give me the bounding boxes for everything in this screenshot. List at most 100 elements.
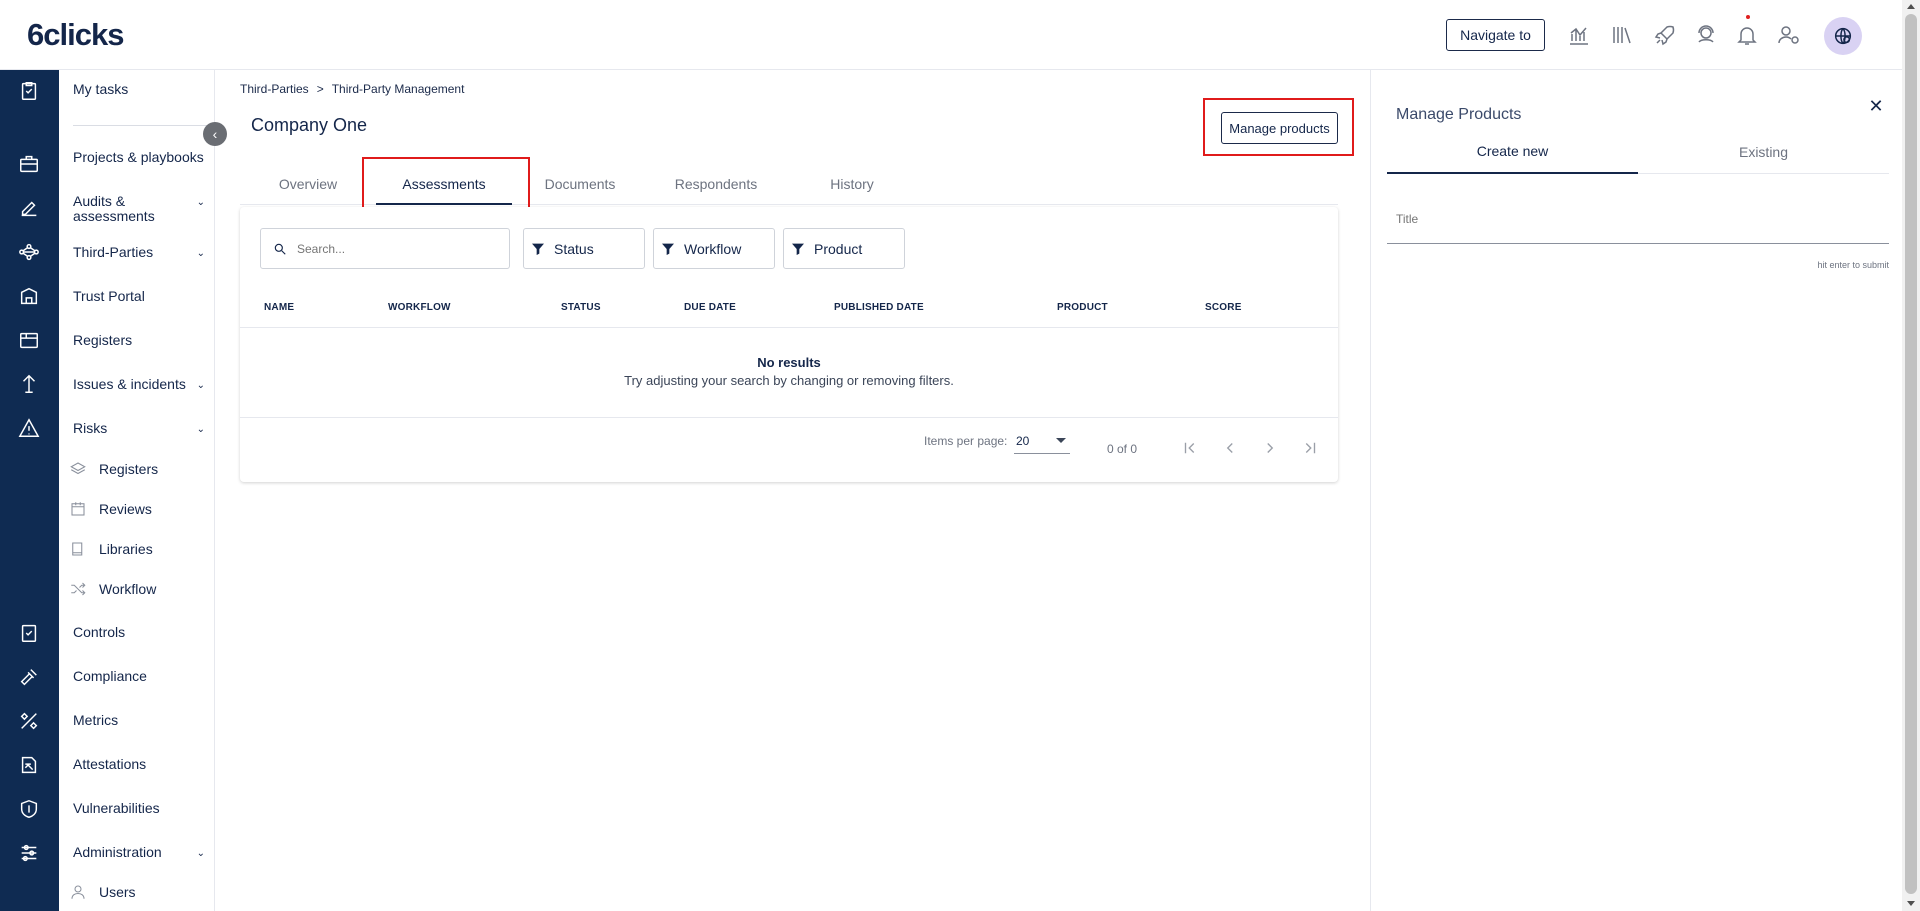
empty-state: No results Try adjusting your search by … bbox=[240, 355, 1338, 388]
portal-icon[interactable] bbox=[16, 283, 42, 309]
controls-icon[interactable] bbox=[16, 620, 42, 646]
highlight-box-assessments bbox=[362, 157, 530, 213]
product-title-input[interactable] bbox=[1396, 212, 1876, 226]
analytics-icon[interactable] bbox=[1566, 22, 1592, 48]
items-per-page-label: Items per page: bbox=[924, 434, 1008, 448]
column-header[interactable]: NAME bbox=[264, 302, 294, 313]
rocket-icon[interactable] bbox=[1652, 22, 1678, 48]
breadcrumb-parent[interactable]: Third-Parties bbox=[240, 82, 309, 96]
workflow-filter-button[interactable]: Workflow bbox=[653, 228, 775, 269]
previous-page-button[interactable] bbox=[1218, 436, 1242, 460]
sidebar-item-label: Audits & assessments bbox=[73, 193, 155, 224]
product-filter-button[interactable]: Product bbox=[783, 228, 905, 269]
chevron-left-icon bbox=[1226, 443, 1233, 453]
sidebar-item-vulnerabilities[interactable]: Vulnerabilities bbox=[73, 801, 205, 816]
sidebar-item-trust-portal[interactable]: Trust Portal bbox=[73, 289, 205, 304]
sidebar-subitem-workflow[interactable]: Workflow bbox=[69, 580, 209, 598]
incident-icon[interactable] bbox=[16, 371, 42, 397]
bell-icon[interactable] bbox=[1734, 22, 1760, 48]
sidebar-item-registers[interactable]: Registers bbox=[73, 333, 205, 348]
sidebar-item-my-tasks[interactable]: My tasks bbox=[73, 82, 205, 97]
search-icon bbox=[274, 243, 286, 255]
sidebar-subitem-reviews[interactable]: Reviews bbox=[69, 500, 209, 518]
sidebar-item-third-parties[interactable]: Third-Parties ⌄ bbox=[73, 245, 205, 260]
metrics-icon[interactable] bbox=[16, 708, 42, 734]
page-scrollbar[interactable] bbox=[1902, 0, 1920, 911]
breadcrumb-current: Third-Party Management bbox=[331, 82, 465, 96]
chevron-down-icon: ⌄ bbox=[196, 848, 205, 859]
tab-create-new[interactable]: Create new bbox=[1387, 130, 1638, 174]
warning-icon[interactable] bbox=[16, 415, 42, 441]
filter-label: Status bbox=[554, 240, 594, 257]
sidebar-item-audits[interactable]: Audits & assessments ⌄ bbox=[73, 194, 205, 224]
column-header[interactable]: PRODUCT bbox=[1057, 302, 1108, 313]
sidebar-item-projects[interactable]: Projects & playbooks bbox=[73, 150, 205, 165]
edit-icon[interactable] bbox=[16, 195, 42, 221]
clipboard-check-icon[interactable] bbox=[16, 78, 42, 104]
navigate-to-button[interactable]: Navigate to bbox=[1446, 19, 1545, 51]
sliders-icon[interactable] bbox=[16, 840, 42, 866]
page-title: Company One bbox=[251, 115, 368, 135]
sidebar-item-metrics[interactable]: Metrics bbox=[73, 713, 205, 728]
sidebar-subitem-libraries[interactable]: Libraries bbox=[69, 540, 209, 558]
sidebar-item-compliance[interactable]: Compliance bbox=[73, 669, 205, 684]
scroll-up-icon[interactable] bbox=[1907, 4, 1915, 9]
sidebar-item-controls[interactable]: Controls bbox=[73, 625, 205, 640]
sidebar-item-administration[interactable]: Administration ⌄ bbox=[73, 845, 205, 860]
book-icon bbox=[72, 542, 83, 556]
shield-icon[interactable] bbox=[16, 796, 42, 822]
user-icon bbox=[71, 885, 85, 899]
tab-respondents[interactable]: Respondents bbox=[648, 163, 784, 205]
breadcrumb-separator-icon: > bbox=[316, 82, 324, 96]
sidebar-subitem-users[interactable]: Users bbox=[69, 883, 209, 901]
page-range: 0 of 0 bbox=[1107, 442, 1138, 456]
column-header[interactable]: PUBLISHED DATE bbox=[834, 302, 924, 313]
sidebar-subitem-risk-registers[interactable]: Registers bbox=[69, 460, 209, 478]
sidebar-item-risks[interactable]: Risks ⌄ bbox=[73, 421, 205, 436]
scroll-down-icon[interactable] bbox=[1907, 901, 1915, 906]
briefcase-icon[interactable] bbox=[16, 151, 42, 177]
sidebar-item-label: Third-Parties bbox=[73, 244, 154, 260]
column-header[interactable]: STATUS bbox=[561, 302, 601, 313]
sidebar-subitem-label: Reviews bbox=[99, 501, 152, 517]
sidebar-subitem-label: Workflow bbox=[99, 581, 157, 597]
manage-products-button[interactable]: Manage products bbox=[1221, 112, 1338, 144]
network-icon[interactable] bbox=[16, 239, 42, 265]
collapse-sidebar-button[interactable]: ‹ bbox=[203, 122, 227, 146]
submit-hint: hit enter to submit bbox=[1817, 260, 1889, 270]
close-icon[interactable]: ✕ bbox=[1866, 96, 1886, 116]
manage-products-drawer: Manage Products ✕ Create new Existing hi… bbox=[1370, 70, 1902, 911]
product-title-field[interactable] bbox=[1387, 200, 1889, 244]
app-logo[interactable]: 6clicks bbox=[27, 17, 124, 53]
next-page-button[interactable] bbox=[1258, 436, 1282, 460]
sidebar-item-attestations[interactable]: Attestations bbox=[73, 757, 205, 772]
user-avatar[interactable] bbox=[1824, 17, 1862, 55]
user-settings-icon[interactable] bbox=[1776, 22, 1802, 48]
status-filter-button[interactable]: Status bbox=[523, 228, 645, 269]
sidebar-item-issues[interactable]: Issues & incidents ⌄ bbox=[73, 377, 205, 392]
filter-label: Workflow bbox=[684, 240, 742, 257]
pager-divider bbox=[240, 417, 1338, 418]
first-page-button[interactable] bbox=[1178, 436, 1202, 460]
empty-state-title: No results bbox=[757, 355, 821, 370]
attestation-icon[interactable] bbox=[16, 752, 42, 778]
scroll-thumb[interactable] bbox=[1905, 14, 1917, 894]
column-header[interactable]: DUE DATE bbox=[684, 302, 736, 313]
search-input[interactable] bbox=[297, 241, 497, 256]
search-box[interactable] bbox=[260, 228, 510, 269]
gavel-icon[interactable] bbox=[16, 664, 42, 690]
library-icon[interactable] bbox=[1609, 22, 1635, 48]
column-header[interactable]: WORKFLOW bbox=[388, 302, 451, 313]
last-page-button[interactable] bbox=[1298, 436, 1322, 460]
empty-state-text: Try adjusting your search by changing or… bbox=[624, 373, 954, 388]
tab-documents[interactable]: Documents bbox=[512, 163, 648, 205]
support-icon[interactable] bbox=[1693, 22, 1719, 48]
shuffle-icon bbox=[71, 582, 86, 596]
column-header[interactable]: SCORE bbox=[1205, 302, 1242, 313]
tab-existing[interactable]: Existing bbox=[1638, 130, 1889, 174]
register-icon[interactable] bbox=[16, 327, 42, 353]
items-per-page-select[interactable]: 20 bbox=[1014, 429, 1070, 454]
table-header: NAME WORKFLOW STATUS DUE DATE PUBLISHED … bbox=[240, 285, 1338, 328]
tab-history[interactable]: History bbox=[784, 163, 920, 205]
tab-overview[interactable]: Overview bbox=[240, 163, 376, 205]
